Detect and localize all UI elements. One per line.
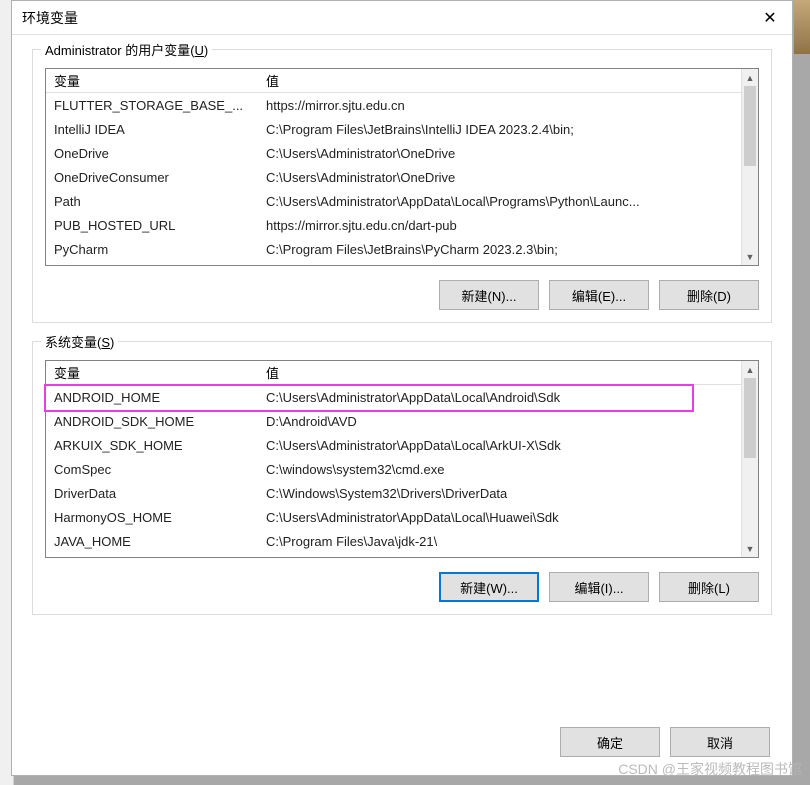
table-row[interactable]: NUMBER_OF_PROCESSORS12 [46,553,741,557]
table-row[interactable]: FLUTTER_STORAGE_BASE_...https://mirror.s… [46,93,741,117]
system-delete-button[interactable]: 删除(L) [659,572,759,602]
table-row[interactable]: IntelliJ IDEAC:\Program Files\JetBrains\… [46,117,741,141]
cell-value: C:\Users\Administrator\AppData\Local\Ark… [264,438,741,453]
cell-value: C:\Users\Administrator\AppData\Local\And… [264,390,741,405]
scroll-up-icon[interactable]: ▲ [742,69,758,86]
user-edit-button[interactable]: 编辑(E)... [549,280,649,310]
cell-name: ANDROID_SDK_HOME [46,414,264,429]
table-row[interactable]: JAVA_HOMEC:\Program Files\Java\jdk-21\ [46,529,741,553]
scroll-up-icon[interactable]: ▲ [742,361,758,378]
env-vars-dialog: 环境变量 ✕ Administrator 的用户变量(U) 变量 值 FLUTT… [11,0,793,776]
system-table-body: 变量 值 ANDROID_HOMEC:\Users\Administrator\… [46,361,741,557]
cell-name: FLUTTER_STORAGE_BASE_... [46,98,264,113]
table-row[interactable]: ComSpecC:\windows\system32\cmd.exe [46,457,741,481]
cell-value: C:\Program Files\JetBrains\IntelliJ IDEA… [264,122,741,137]
cell-value: C:\Users\Administrator\OneDrive [264,146,741,161]
scroll-track[interactable] [742,86,758,248]
cell-value: https://mirror.sjtu.edu.cn/dart-pub [264,218,741,233]
scroll-track[interactable] [742,378,758,540]
titlebar: 环境变量 ✕ [12,1,792,35]
table-row[interactable]: ARKUIX_SDK_HOMEC:\Users\Administrator\Ap… [46,433,741,457]
table-row[interactable]: PyCharmC:\Program Files\JetBrains\PyChar… [46,237,741,261]
cell-name: HarmonyOS_HOME [46,510,264,525]
system-table-header[interactable]: 变量 值 [46,361,741,385]
cell-value: C:\Users\Administrator\AppData\Local\Pro… [264,194,741,209]
cell-value: C:\Program Files\Java\jdk-21\ [264,534,741,549]
table-row[interactable]: ANDROID_SDK_HOMED:\Android\AVD [46,409,741,433]
table-row[interactable]: OneDriveConsumerC:\Users\Administrator\O… [46,165,741,189]
scroll-down-icon[interactable]: ▼ [742,248,758,265]
table-row[interactable]: PUB_HOSTED_URLhttps://mirror.sjtu.edu.cn… [46,213,741,237]
cell-value: C:\Windows\System32\Drivers\DriverData [264,486,741,501]
cell-name: PUB_HOSTED_URL [46,218,264,233]
user-table-body: 变量 值 FLUTTER_STORAGE_BASE_...https://mir… [46,69,741,265]
user-table[interactable]: 变量 值 FLUTTER_STORAGE_BASE_...https://mir… [45,68,759,266]
cell-value: C:\windows\system32\cmd.exe [264,462,741,477]
cell-name: OneDrive [46,146,264,161]
cell-name: IntelliJ IDEA [46,122,264,137]
watermark: CSDN @王家视频教程图书馆 [618,759,802,779]
system-table[interactable]: 变量 值 ANDROID_HOMEC:\Users\Administrator\… [45,360,759,558]
table-row[interactable]: ANDROID_HOMEC:\Users\Administrator\AppDa… [46,385,741,409]
ok-button[interactable]: 确定 [560,727,660,757]
dialog-content: Administrator 的用户变量(U) 变量 值 FLUTTER_STOR… [12,35,792,717]
system-group-label: 系统变量(S) [41,332,118,351]
table-row[interactable]: HarmonyOS_HOMEC:\Users\Administrator\App… [46,505,741,529]
scroll-thumb[interactable] [744,86,756,166]
col-name-header[interactable]: 变量 [46,71,264,90]
col-value-header[interactable]: 值 [264,363,741,382]
system-new-button[interactable]: 新建(W)... [439,572,539,602]
cell-value: https://mirror.sjtu.edu.cn [264,98,741,113]
system-variables-group: 系统变量(S) 变量 值 ANDROID_HOMEC:\Users\Admini… [32,341,772,615]
cell-value: C:\Users\Administrator\AppData\Local\Hua… [264,510,741,525]
cell-name: PyCharm [46,242,264,257]
table-row[interactable]: OneDriveC:\Users\Administrator\OneDrive [46,141,741,165]
cell-value: D:\Android\AVD [264,414,741,429]
cell-name: Path [46,194,264,209]
scroll-thumb[interactable] [744,378,756,458]
user-new-button[interactable]: 新建(N)... [439,280,539,310]
user-buttons: 新建(N)... 编辑(E)... 删除(D) [45,280,759,310]
user-scrollbar[interactable]: ▲ ▼ [741,69,758,265]
cancel-button[interactable]: 取消 [670,727,770,757]
cell-value: C:\Users\Administrator\OneDrive [264,170,741,185]
cell-name: OneDriveConsumer [46,170,264,185]
scroll-down-icon[interactable]: ▼ [742,540,758,557]
user-table-header[interactable]: 变量 值 [46,69,741,93]
table-row[interactable]: DriverDataC:\Windows\System32\Drivers\Dr… [46,481,741,505]
user-delete-button[interactable]: 删除(D) [659,280,759,310]
user-variables-group: Administrator 的用户变量(U) 变量 值 FLUTTER_STOR… [32,49,772,323]
system-scrollbar[interactable]: ▲ ▼ [741,361,758,557]
cell-name: JAVA_HOME [46,534,264,549]
cell-value: C:\Program Files\JetBrains\PyCharm 2023.… [264,242,741,257]
background-decor [794,0,810,54]
dialog-title: 环境变量 [22,8,78,28]
cell-name: DriverData [46,486,264,501]
close-icon[interactable]: ✕ [758,8,782,28]
system-edit-button[interactable]: 编辑(I)... [549,572,649,602]
cell-name: ANDROID_HOME [46,390,264,405]
user-group-label: Administrator 的用户变量(U) [41,40,212,59]
cell-name: ComSpec [46,462,264,477]
col-name-header[interactable]: 变量 [46,363,264,382]
system-buttons: 新建(W)... 编辑(I)... 删除(L) [45,572,759,602]
table-row[interactable]: TEMPC:\Users\Administrator\AppData\Local… [46,261,741,265]
cell-name: ARKUIX_SDK_HOME [46,438,264,453]
table-row[interactable]: PathC:\Users\Administrator\AppData\Local… [46,189,741,213]
col-value-header[interactable]: 值 [264,71,741,90]
